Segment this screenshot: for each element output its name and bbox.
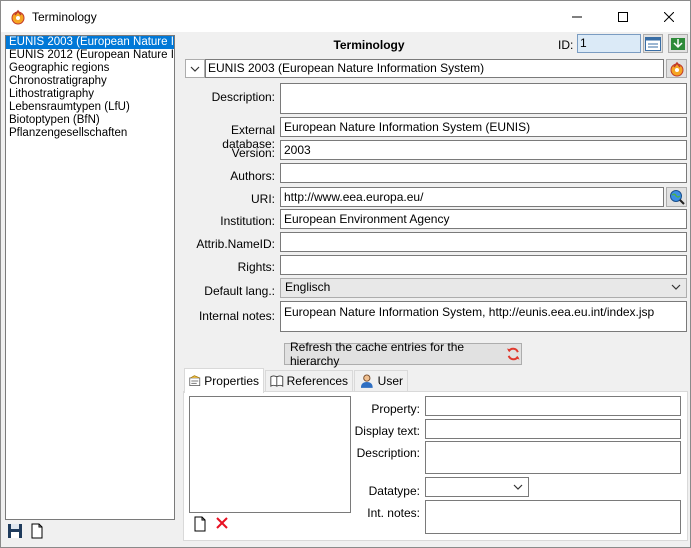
default-language-value: Englisch bbox=[285, 280, 331, 294]
property-description-label: Description: bbox=[356, 446, 420, 460]
user-icon bbox=[360, 374, 373, 388]
description-field[interactable] bbox=[280, 83, 687, 114]
table-view-icon bbox=[645, 36, 661, 51]
tab-user-label: User bbox=[377, 374, 403, 388]
list-item[interactable]: Biotoptypen (BfN) bbox=[6, 114, 174, 127]
institution-field[interactable]: European Environment Agency bbox=[280, 209, 687, 229]
maximize-icon bbox=[618, 11, 628, 22]
description-label: Description: bbox=[211, 90, 275, 104]
edit-terminology-button[interactable] bbox=[666, 59, 687, 78]
list-item[interactable]: Lithostratigraphy bbox=[6, 88, 174, 101]
terminology-icon bbox=[670, 61, 683, 76]
terminology-dropdown-button[interactable] bbox=[185, 59, 205, 78]
refresh-cache-button[interactable]: Refresh the cache entries for the hierar… bbox=[284, 340, 522, 368]
external-database-field[interactable]: European Nature Information System (EUNI… bbox=[280, 117, 687, 137]
book-icon bbox=[270, 375, 284, 387]
tab-references-label: References bbox=[286, 374, 348, 388]
chevron-down-icon bbox=[190, 66, 200, 72]
details-button[interactable] bbox=[643, 34, 663, 53]
uri-label: URI: bbox=[251, 192, 275, 206]
chevron-down-icon bbox=[671, 284, 681, 290]
properties-icon bbox=[189, 375, 201, 386]
new-document-icon[interactable] bbox=[29, 523, 45, 539]
property-label: Property: bbox=[371, 402, 420, 416]
terminology-list[interactable]: EUNIS 2003 (European Nature Infc EUNIS 2… bbox=[5, 35, 175, 520]
property-toolbar bbox=[193, 516, 229, 532]
save-icon[interactable] bbox=[7, 523, 23, 539]
close-button[interactable] bbox=[646, 1, 691, 32]
attrib-name-id-field[interactable] bbox=[280, 232, 687, 252]
rights-field[interactable] bbox=[280, 255, 687, 275]
id-field[interactable]: 1 bbox=[577, 34, 641, 53]
terminology-window: Terminology EUNIS 2003 (European Nature … bbox=[0, 0, 691, 548]
list-item[interactable]: EUNIS 2003 (European Nature Infc bbox=[6, 36, 174, 49]
display-text-label: Display text: bbox=[354, 424, 420, 438]
id-label: ID: bbox=[558, 38, 574, 52]
open-uri-button[interactable] bbox=[666, 187, 687, 207]
terminology-name-field[interactable]: EUNIS 2003 (European Nature Information … bbox=[205, 59, 664, 78]
int-notes-field[interactable] bbox=[425, 500, 681, 534]
save-close-button[interactable] bbox=[668, 34, 688, 53]
page-title: Terminology bbox=[333, 38, 405, 52]
default-language-select[interactable]: Englisch bbox=[280, 278, 687, 298]
save-close-icon bbox=[671, 37, 685, 50]
int-notes-label: Int. notes: bbox=[367, 506, 420, 520]
authors-field[interactable] bbox=[280, 163, 687, 183]
property-field[interactable] bbox=[425, 396, 681, 416]
minimize-button[interactable] bbox=[554, 1, 600, 32]
property-description-field[interactable] bbox=[425, 441, 681, 474]
uri-field[interactable]: http://www.eea.europa.eu/ bbox=[280, 187, 664, 207]
new-document-icon[interactable] bbox=[193, 516, 207, 532]
globe-search-icon bbox=[669, 190, 685, 205]
attrib-name-id-label: Attrib.NameID: bbox=[196, 237, 275, 251]
app-icon bbox=[11, 9, 25, 25]
tab-properties[interactable]: Properties bbox=[184, 368, 264, 393]
delete-icon[interactable] bbox=[215, 516, 229, 530]
display-text-field[interactable] bbox=[425, 419, 681, 439]
refresh-cache-label: Refresh the cache entries for the hierar… bbox=[290, 340, 465, 368]
version-field[interactable]: 2003 bbox=[280, 140, 687, 160]
window-title: Terminology bbox=[32, 10, 97, 24]
tab-properties-label: Properties bbox=[204, 374, 259, 388]
datatype-select[interactable] bbox=[425, 477, 529, 497]
list-item[interactable]: Lebensraumtypen (LfU) bbox=[6, 101, 174, 114]
internal-notes-field[interactable]: European Nature Information System, http… bbox=[280, 301, 687, 332]
authors-label: Authors: bbox=[230, 169, 275, 183]
version-label: Version: bbox=[231, 146, 275, 160]
tab-user[interactable]: User bbox=[354, 370, 408, 391]
institution-label: Institution: bbox=[220, 214, 275, 228]
left-toolbar bbox=[7, 523, 45, 541]
refresh-icon bbox=[507, 347, 521, 361]
tab-references[interactable]: References bbox=[265, 370, 353, 391]
minimize-icon bbox=[572, 16, 582, 17]
rights-label: Rights: bbox=[237, 260, 275, 274]
list-item[interactable]: Pflanzengesellschaften bbox=[6, 127, 174, 140]
list-item[interactable]: EUNIS 2012 (European Nature Infc bbox=[6, 49, 174, 62]
list-item[interactable]: Chronostratigraphy bbox=[6, 75, 174, 88]
close-icon bbox=[664, 11, 674, 22]
chevron-down-icon bbox=[513, 484, 523, 490]
list-item[interactable]: Geographic regions bbox=[6, 62, 174, 75]
default-language-label: Default lang.: bbox=[204, 284, 275, 298]
datatype-label: Datatype: bbox=[368, 484, 420, 498]
title-bar: Terminology bbox=[1, 1, 690, 32]
maximize-button[interactable] bbox=[600, 1, 646, 32]
internal-notes-label: Internal notes: bbox=[198, 309, 275, 323]
